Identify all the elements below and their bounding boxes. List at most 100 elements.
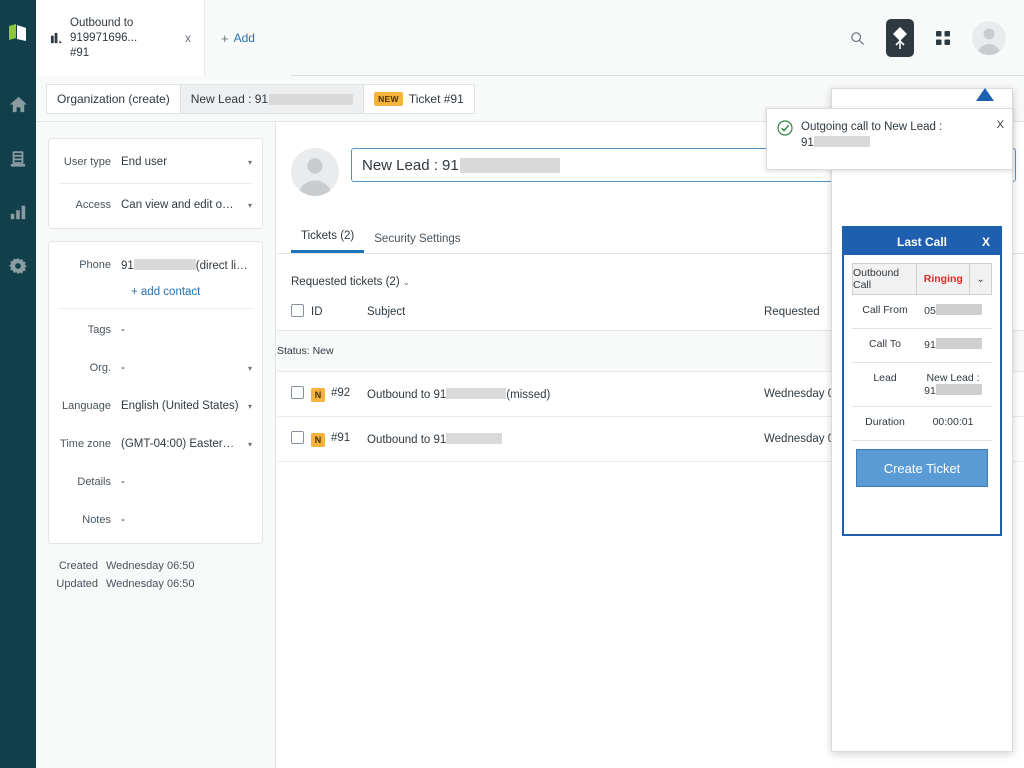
last-call-title: Last Call (897, 235, 947, 249)
sidebar-item-admin[interactable] (0, 239, 36, 293)
field-label: Time zone (59, 438, 121, 450)
chevron-down-icon[interactable]: ▾ (240, 158, 252, 167)
field-org[interactable]: Org. - ▾ (49, 349, 262, 387)
close-icon[interactable]: X (990, 119, 1004, 169)
redacted-phone (460, 158, 560, 173)
plus-icon: + (221, 31, 229, 46)
row-id: #92 (331, 387, 350, 399)
field-user-type[interactable]: User type End user ▾ (49, 143, 262, 181)
redacted-phone (814, 136, 870, 147)
success-check-icon (777, 120, 793, 136)
left-nav-rail (0, 0, 36, 768)
zendesk-app-icon[interactable] (886, 19, 914, 57)
redacted-phone (134, 259, 196, 270)
row-id-cell: N#92 (311, 372, 367, 417)
redacted-phone (936, 384, 982, 395)
breadcrumb-item-organization[interactable]: Organization (create) (46, 84, 180, 114)
field-value: - (121, 362, 240, 374)
field-details[interactable]: Details - (49, 463, 262, 501)
last-call-body: Outbound Call Ringing ⌄ Call From 05 Cal… (844, 255, 1000, 487)
column-subject[interactable]: Subject (367, 304, 764, 331)
field-value: Can view and edit own tick... (121, 199, 240, 211)
requested-tickets-label: Requested tickets (2) (291, 276, 400, 288)
top-right-icons (840, 0, 1014, 76)
row-subject-suffix: (missed) (506, 389, 550, 401)
metadata-label: Updated (56, 578, 106, 590)
field-tags[interactable]: Tags - (49, 311, 262, 349)
tab-tickets[interactable]: Tickets (2) (291, 230, 364, 253)
chevron-down-icon[interactable]: ▾ (240, 402, 252, 411)
divider (59, 183, 252, 184)
call-status-label: Ringing (917, 264, 970, 294)
field-label: Details (59, 476, 121, 488)
call-to-value: 91 (916, 338, 990, 351)
field-label: Org. (59, 362, 121, 374)
phone-suffix: (direct line) (196, 260, 252, 272)
breadcrumb-item-ticket[interactable]: NEW Ticket #91 (363, 84, 475, 114)
row-id: #91 (331, 432, 350, 444)
call-type-label: Outbound Call (853, 264, 917, 294)
call-to-row: Call To 91 (852, 329, 992, 363)
field-label: Tags (59, 324, 121, 336)
call-from-value: 05 (916, 304, 990, 317)
field-time-zone[interactable]: Time zone (GMT-04:00) Eastern Time (... … (49, 425, 262, 463)
row-subject-prefix: Outbound to 91 (367, 389, 446, 401)
row-checkbox[interactable] (291, 431, 304, 444)
close-icon[interactable]: X (982, 235, 990, 249)
metadata-updated: Updated Wednesday 06:50 (56, 578, 259, 590)
tab-label: Outbound to 919971696... #91 (66, 16, 180, 61)
select-all-checkbox[interactable] (291, 304, 304, 317)
sidebar-item-home[interactable] (0, 77, 36, 131)
field-label: Notes (59, 514, 121, 526)
toast-line-1: Outgoing call to New Lead : (801, 121, 942, 133)
close-icon[interactable]: x (180, 31, 196, 45)
avatar (291, 148, 339, 196)
add-tab-button[interactable]: + Add (205, 0, 291, 76)
last-call-widget: Last Call X Outbound Call Ringing ⌄ Call… (842, 226, 1002, 536)
sidebar-item-reporting[interactable] (0, 185, 36, 239)
call-to-prefix: 91 (924, 339, 936, 351)
call-status-bar: Outbound Call Ringing ⌄ (852, 263, 992, 295)
status-badge: NEW (374, 92, 403, 106)
field-access[interactable]: Access Can view and edit own tick... ▾ (49, 186, 262, 224)
column-select-all (277, 304, 311, 331)
tab-security-settings[interactable]: Security Settings (364, 233, 470, 253)
chevron-down-icon[interactable]: ⌄ (403, 277, 411, 287)
zendesk-logo-icon[interactable] (7, 22, 29, 51)
chevron-down-icon[interactable]: ▾ (240, 201, 252, 210)
user-properties-panel: User type End user ▾ Access Can view and… (36, 122, 276, 768)
sidebar-item-views[interactable] (0, 131, 36, 185)
redacted-phone (446, 388, 506, 399)
row-select (277, 372, 311, 417)
toast-message: Outgoing call to New Lead : 91 (793, 119, 990, 169)
row-subject-prefix: Outbound to 91 (367, 434, 446, 446)
field-label: Language (59, 400, 121, 412)
row-subject-cell: Outbound to 91 (367, 417, 764, 462)
tab-outbound-call[interactable]: Outbound to 919971696... #91 x (36, 0, 205, 76)
row-checkbox[interactable] (291, 386, 304, 399)
create-ticket-button[interactable]: Create Ticket (856, 449, 988, 487)
field-language[interactable]: Language English (United States) ▾ (49, 387, 262, 425)
lead-row: Lead New Lead : 91 (852, 363, 992, 407)
call-to-label: Call To (854, 338, 916, 350)
lead-label: Lead (854, 372, 916, 384)
add-contact-button[interactable]: + add contact (49, 284, 262, 306)
chevron-down-icon[interactable]: ⌄ (970, 264, 991, 294)
row-select (277, 417, 311, 462)
field-value: English (United States) (121, 400, 240, 412)
breadcrumb-item-new-lead[interactable]: New Lead : 91 (180, 84, 363, 114)
field-notes[interactable]: Notes - (49, 501, 262, 539)
products-grid-icon[interactable] (926, 21, 960, 55)
notification-toast: Outgoing call to New Lead : 91 X (766, 108, 1013, 170)
field-label: Access (59, 199, 121, 211)
duration-row: Duration 00:00:01 (852, 407, 992, 441)
breadcrumb-label: Ticket #91 (409, 92, 464, 106)
user-avatar-icon[interactable] (972, 21, 1006, 55)
row-id-cell: N#91 (311, 417, 367, 462)
chevron-down-icon[interactable]: ▾ (240, 440, 252, 449)
chevron-down-icon[interactable]: ▾ (240, 364, 252, 373)
column-id[interactable]: ID (311, 304, 367, 331)
field-label: Phone (59, 259, 121, 271)
field-phone[interactable]: Phone 91(direct line) (49, 246, 262, 284)
search-icon[interactable] (840, 21, 874, 55)
